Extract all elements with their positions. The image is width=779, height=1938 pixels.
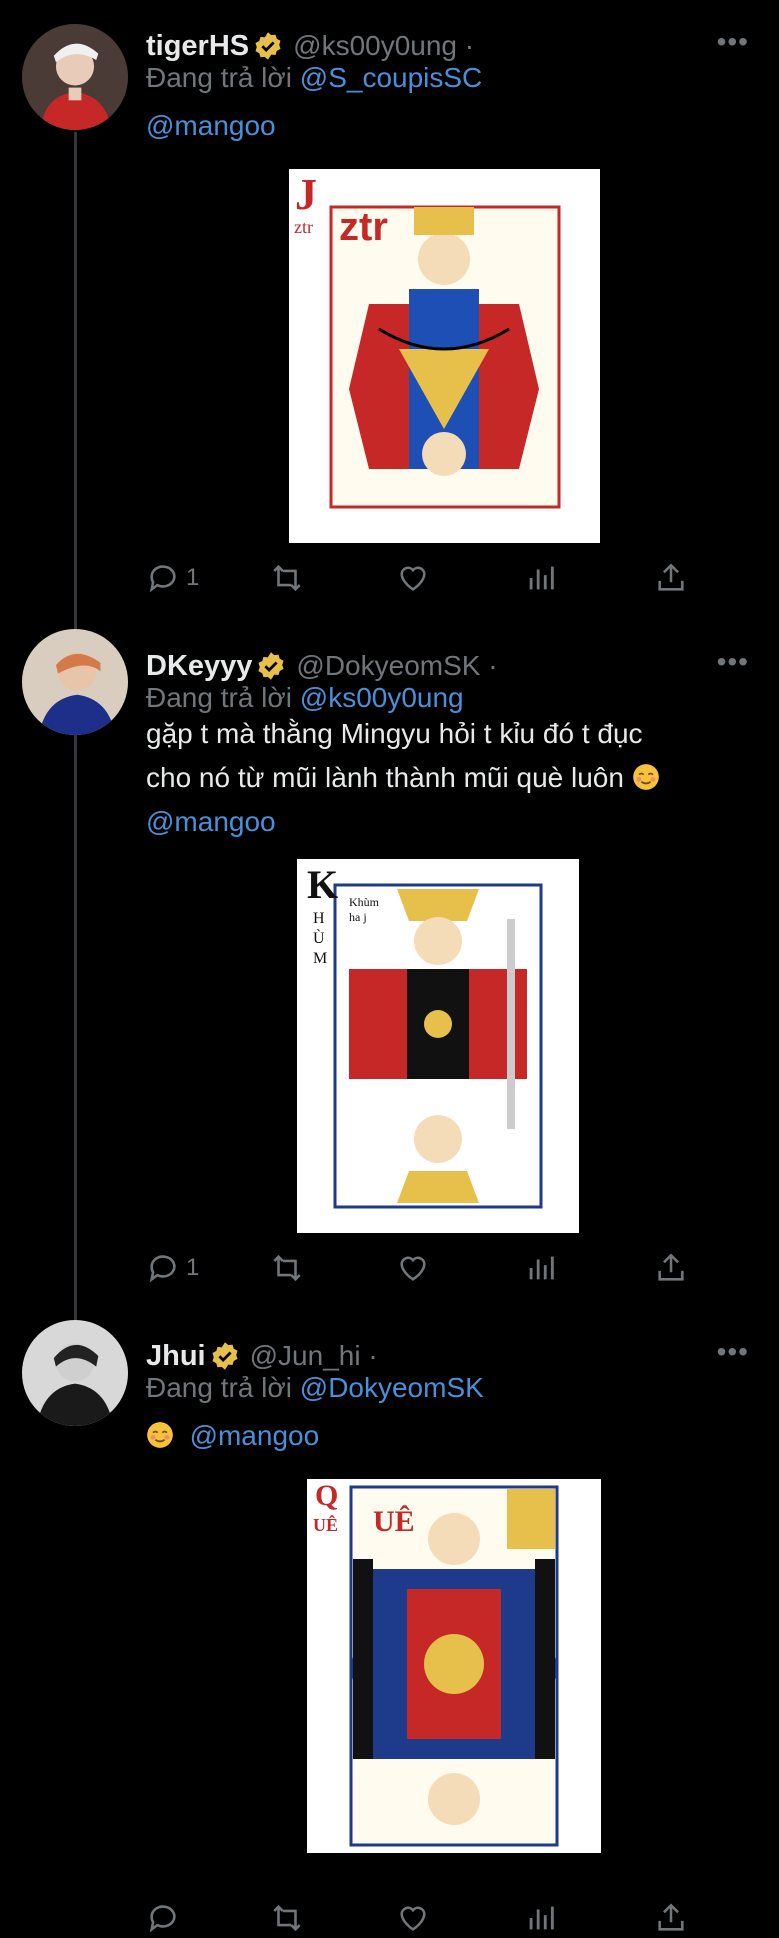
tweet-text-line-2: cho nó từ mũi lành thành mũi què luôn [146, 756, 660, 800]
tweet-tigerHS[interactable]: tigerHS @ks00y0ung · ••• Đang trả lời @S… [0, 0, 779, 620]
retweet-icon [273, 564, 301, 592]
replying-to: Đang trả lời @ks00y0ung [146, 682, 464, 714]
like-button[interactable] [396, 1898, 430, 1938]
tweet-header: tigerHS @ks00y0ung · [146, 26, 719, 66]
like-button[interactable] [396, 558, 430, 598]
tweet-actions: 1 [146, 558, 706, 598]
card-caption: Khùm ha j [349, 895, 379, 924]
reply-count: 1 [186, 564, 200, 591]
analytics-button[interactable] [524, 558, 558, 598]
card-rank: K [307, 862, 339, 907]
retweet-button[interactable] [270, 1248, 304, 1288]
retweet-button[interactable] [270, 558, 304, 598]
handle[interactable]: @Jun_hi · [250, 1340, 378, 1372]
card-rank: J [295, 170, 317, 219]
more-options-icon[interactable]: ••• [717, 646, 749, 678]
reply-prefix: Đang trả lời [146, 682, 292, 713]
relieved-face-icon [147, 1422, 173, 1448]
analytics-button[interactable] [524, 1898, 558, 1938]
card-center-text: ztr [339, 205, 388, 249]
more-options-icon[interactable]: ••• [717, 26, 749, 58]
tweet-image-queen[interactable]: Q UÊ UÊ [307, 1479, 601, 1853]
verified-badge-icon [255, 32, 281, 60]
card-center-text: UÊ [373, 1505, 415, 1538]
reply-button[interactable]: 1 [146, 558, 199, 598]
heart-icon [400, 566, 426, 591]
tweet-text: @mangoo [146, 104, 276, 148]
tweet-Jhui[interactable]: Jhui @Jun_hi · ••• Đang trả lời @Dokyeom… [0, 1310, 779, 1933]
tweet-DKeyyy[interactable]: DKeyyy @DokyeomSK · ••• Đang trả lời @ks… [0, 620, 779, 1310]
display-name[interactable]: tigerHS [146, 30, 249, 63]
replying-to: Đang trả lời @DokyeomSK [146, 1372, 484, 1404]
tweet-text-line-1: gặp t mà thằng Mingyu hỏi t kỉu đó t đục [146, 718, 643, 749]
mention-link[interactable]: @mangoo [146, 806, 276, 837]
display-name[interactable]: Jhui [146, 1340, 206, 1373]
analytics-icon [529, 1256, 554, 1280]
avatar[interactable] [22, 24, 128, 130]
tweet-header: DKeyyy @DokyeomSK · [146, 646, 719, 686]
reply-icon [149, 1255, 176, 1283]
card-rank: Q [315, 1479, 339, 1512]
reply-icon [149, 1905, 176, 1933]
verified-badge-icon [258, 652, 284, 680]
reply-to-link[interactable]: @S_coupisSC [300, 62, 483, 93]
tweet-image-king[interactable]: K HÙM Khùm ha j [297, 859, 579, 1233]
heart-icon [400, 1256, 426, 1281]
share-button[interactable] [654, 1898, 688, 1938]
display-name[interactable]: DKeyyy [146, 650, 252, 683]
analytics-icon [529, 566, 554, 590]
reply-to-link[interactable]: @DokyeomSK [300, 1372, 484, 1403]
retweet-icon [273, 1904, 301, 1932]
tweet-actions [146, 1898, 706, 1938]
more-options-icon[interactable]: ••• [717, 1336, 749, 1368]
reply-button[interactable]: 1 [146, 1248, 199, 1288]
card-corner-text: UÊ [313, 1515, 339, 1535]
handle[interactable]: @ks00y0ung · [293, 30, 474, 62]
tweet-text: gặp t mà thằng Mingyu hỏi t kỉu đó t đục… [146, 712, 660, 844]
retweet-icon [273, 1254, 301, 1282]
verified-badge-icon [212, 1342, 238, 1370]
like-button[interactable] [396, 1248, 430, 1288]
mention-link[interactable]: @mangoo [146, 110, 276, 141]
avatar[interactable] [22, 1320, 128, 1426]
share-icon [658, 1903, 684, 1931]
heart-icon [400, 1906, 426, 1931]
analytics-button[interactable] [524, 1248, 558, 1288]
reply-icon [149, 565, 176, 593]
mention-link[interactable]: @mangoo [190, 1420, 320, 1451]
reply-prefix: Đang trả lời [146, 62, 292, 93]
avatar[interactable] [22, 629, 128, 735]
tweet-text: @mangoo [146, 1414, 319, 1458]
tweet-header: Jhui @Jun_hi · [146, 1336, 719, 1376]
reply-count: 1 [186, 1254, 200, 1281]
handle[interactable]: @DokyeomSK · [296, 650, 497, 682]
share-icon [658, 1253, 684, 1281]
retweet-button[interactable] [270, 1898, 304, 1938]
card-corner-text: ztr [294, 217, 313, 237]
card-corner-text: HÙM [313, 910, 328, 967]
tweet-actions: 1 [146, 1248, 706, 1288]
reply-to-link[interactable]: @ks00y0ung [300, 682, 464, 713]
tweet-image-jack[interactable]: J ztr ztr [289, 169, 600, 543]
relieved-face-icon [632, 764, 659, 790]
replying-to: Đang trả lời @S_coupisSC [146, 62, 482, 94]
analytics-icon [529, 1906, 554, 1930]
share-icon [658, 563, 684, 591]
reply-prefix: Đang trả lời [146, 1372, 292, 1403]
reply-button[interactable] [146, 1898, 186, 1938]
share-button[interactable] [654, 558, 688, 598]
share-button[interactable] [654, 1248, 688, 1288]
